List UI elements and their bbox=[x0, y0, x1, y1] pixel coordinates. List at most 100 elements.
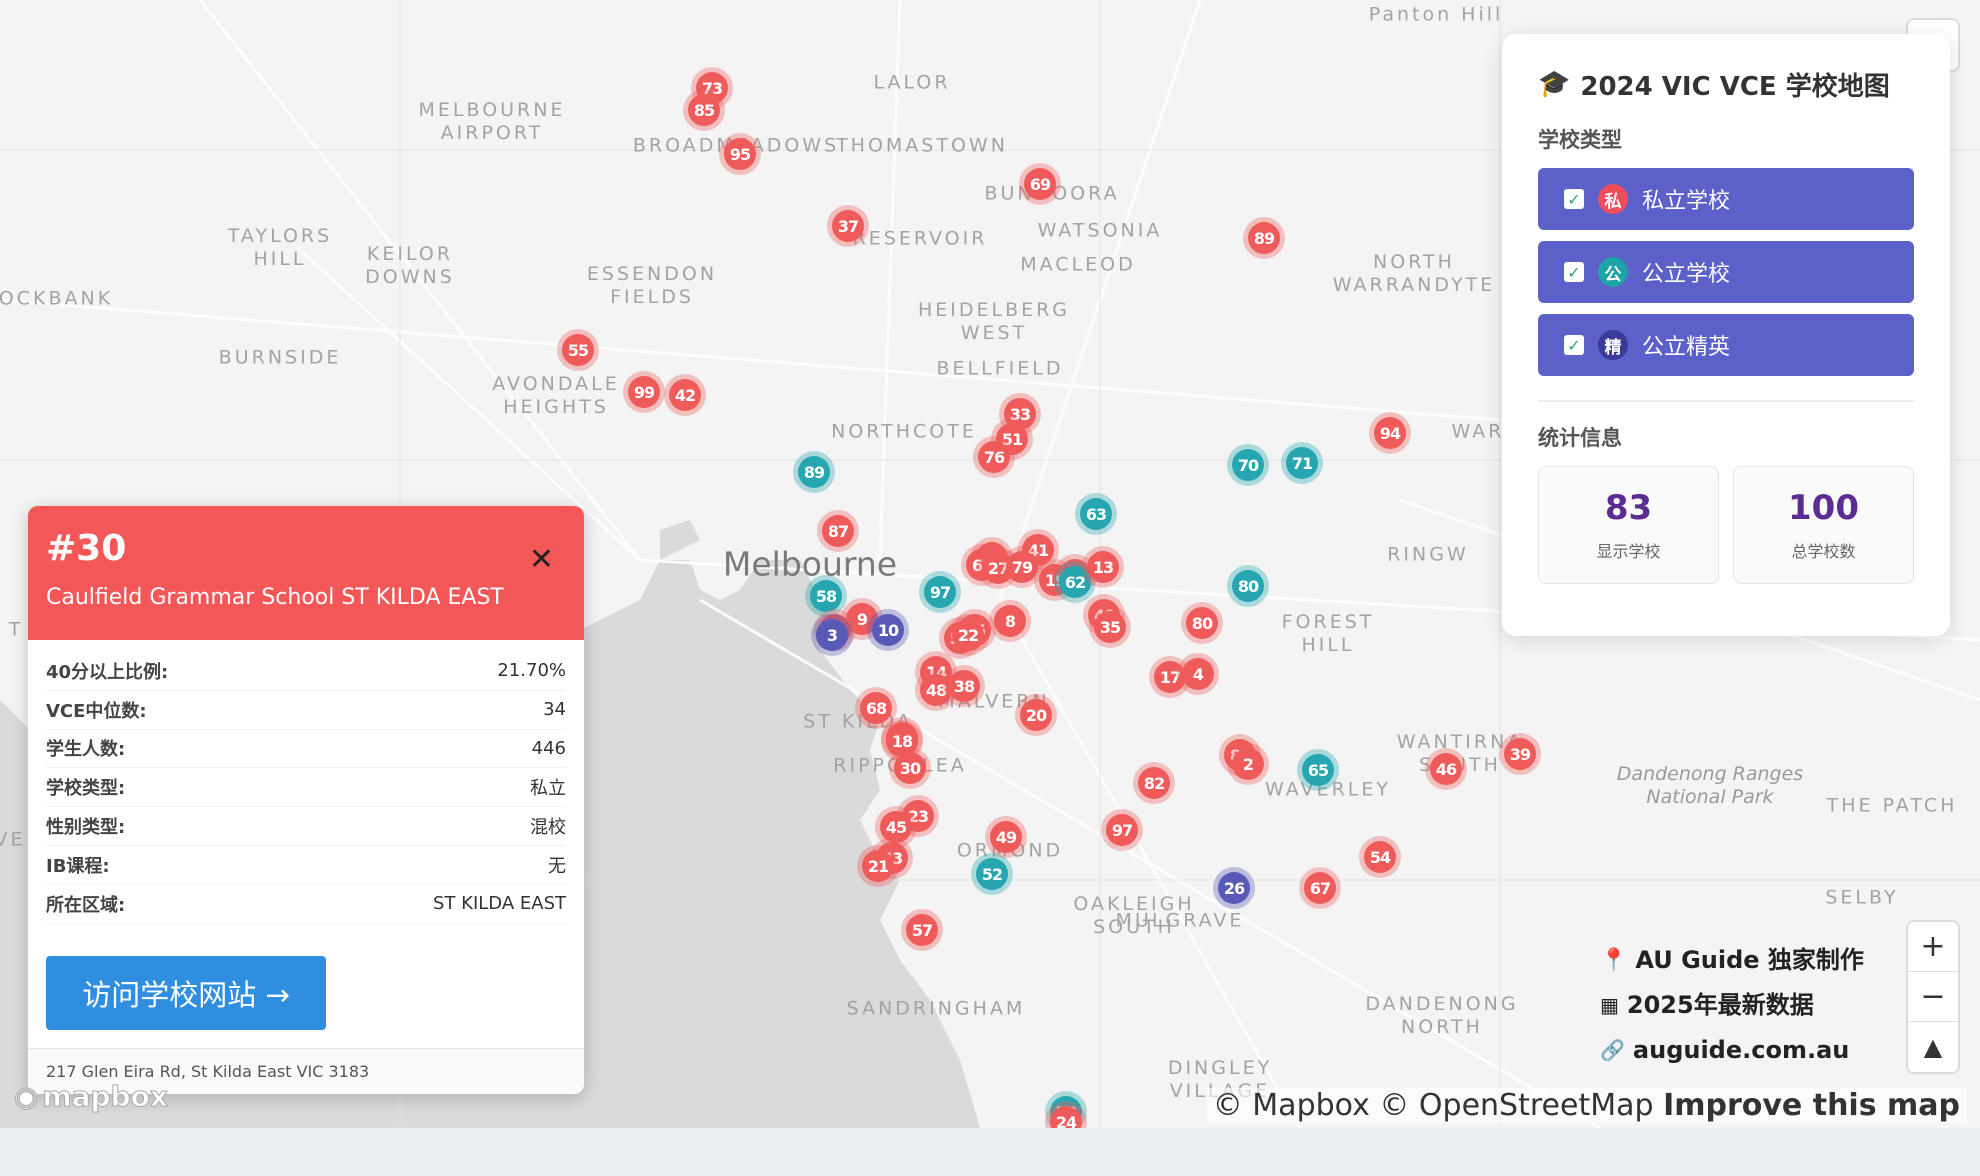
filter-label: 公立精英 bbox=[1642, 335, 1731, 360]
school-marker-private[interactable]: 8 bbox=[994, 605, 1026, 637]
school-marker-public[interactable]: 70 bbox=[1232, 449, 1264, 481]
improve-map-link[interactable]: Improve this map bbox=[1663, 1088, 1960, 1123]
stat-total: 100 总学校数 bbox=[1733, 466, 1914, 584]
popup-header: #30 Caulfield Grammar School ST KILDA EA… bbox=[28, 506, 584, 640]
school-marker-private[interactable]: 94 bbox=[1374, 417, 1406, 449]
info-row: 学校类型: 私立 bbox=[46, 768, 566, 808]
school-marker-private[interactable]: 97 bbox=[1106, 814, 1138, 846]
info-key: VCE中位数: bbox=[46, 700, 147, 722]
school-marker-private[interactable]: 45 bbox=[880, 811, 912, 843]
school-marker-private[interactable]: 89 bbox=[1248, 222, 1280, 254]
school-marker-private[interactable]: 76 bbox=[978, 441, 1010, 473]
school-marker-elite[interactable]: 26 bbox=[1218, 872, 1250, 904]
school-marker-private[interactable]: 99 bbox=[628, 376, 660, 408]
filter-label: 私立学校 bbox=[1642, 189, 1731, 214]
panel-title: 🎓 2024 VIC VCE 学校地图 bbox=[1538, 69, 1890, 102]
mapbox-link[interactable]: © Mapbox bbox=[1213, 1088, 1370, 1123]
school-marker-private[interactable]: 48 bbox=[920, 674, 952, 706]
close-icon[interactable]: ✕ bbox=[529, 542, 554, 577]
school-marker-private[interactable]: 22 bbox=[952, 619, 984, 651]
filter-1[interactable]: ✓ 公公立学校 bbox=[1538, 241, 1914, 303]
info-value: 21.70% bbox=[497, 660, 566, 682]
school-marker-private[interactable]: 35 bbox=[1094, 611, 1126, 643]
school-marker-public[interactable]: 58 bbox=[810, 580, 842, 612]
school-marker-private[interactable]: 20 bbox=[1020, 699, 1052, 731]
place-label: VE bbox=[0, 828, 26, 851]
place-label: SELBY bbox=[1825, 886, 1899, 909]
filter-2[interactable]: ✓ 精公立精英 bbox=[1538, 314, 1914, 376]
school-marker-private[interactable]: 69 bbox=[1024, 168, 1056, 200]
filter-panel: 🎓 2024 VIC VCE 学校地图 学校类型 ✓ 私私立学校 ✓ 公公立学校 ✓ 精公… bbox=[1502, 34, 1950, 636]
brand-link[interactable]: auguide.com.au bbox=[1633, 1028, 1849, 1073]
compass-button[interactable]: ▲ bbox=[1908, 1022, 1958, 1072]
school-marker-private[interactable]: 38 bbox=[948, 670, 980, 702]
school-marker-public[interactable]: 80 bbox=[1232, 570, 1264, 602]
school-marker-private[interactable]: 46 bbox=[1430, 753, 1462, 785]
place-label: KEILOR DOWNS bbox=[365, 243, 455, 288]
school-marker-private[interactable]: 55 bbox=[562, 334, 594, 366]
school-marker-elite[interactable]: 3 bbox=[816, 619, 848, 651]
zoom-out-button[interactable]: − bbox=[1908, 972, 1958, 1022]
calendar-icon: ▦ bbox=[1600, 993, 1619, 1017]
place-label: HEIDELBERG WEST bbox=[917, 299, 1071, 344]
school-marker-private[interactable]: 13 bbox=[1087, 551, 1119, 583]
place-label: FOREST HILL bbox=[1281, 611, 1375, 656]
info-row: 所在区域: ST KILDA EAST bbox=[46, 885, 566, 924]
place-label: ESSENDON FIELDS bbox=[586, 263, 718, 308]
school-marker-public[interactable]: 89 bbox=[798, 456, 830, 488]
school-marker-private[interactable]: 85 bbox=[688, 94, 720, 126]
school-marker-private[interactable]: 57 bbox=[906, 914, 938, 946]
school-marker-public[interactable]: 65 bbox=[1302, 754, 1334, 786]
type-tag-icon: 私 bbox=[1598, 184, 1628, 214]
place-label: Melbourne bbox=[722, 544, 898, 584]
info-key: 性别类型: bbox=[46, 817, 126, 839]
school-marker-private[interactable]: 30 bbox=[894, 752, 926, 784]
school-marker-private[interactable]: 4 bbox=[1182, 658, 1214, 690]
place-label: NORTH WARRANDYTE bbox=[1332, 251, 1496, 296]
school-marker-private[interactable]: 21 bbox=[862, 850, 894, 882]
school-marker-private[interactable]: 79 bbox=[1006, 551, 1038, 583]
info-key: 学校类型: bbox=[46, 778, 126, 800]
mapbox-logo[interactable]: ◉ mapbox bbox=[13, 1080, 168, 1114]
school-name: Caulfield Grammar School ST KILDA EAST bbox=[46, 585, 504, 610]
place-label: LALOR bbox=[873, 71, 951, 94]
school-marker-public[interactable]: 52 bbox=[976, 858, 1008, 890]
checkbox-icon[interactable]: ✓ bbox=[1564, 262, 1584, 282]
school-marker-private[interactable]: 37 bbox=[832, 210, 864, 242]
place-label: MACLEOD bbox=[1020, 253, 1136, 276]
checkbox-icon[interactable]: ✓ bbox=[1564, 189, 1584, 209]
school-marker-private[interactable]: 80 bbox=[1186, 607, 1218, 639]
school-marker-public[interactable]: 71 bbox=[1286, 447, 1318, 479]
school-marker-private[interactable]: 68 bbox=[860, 692, 892, 724]
zoom-controls: + − ▲ bbox=[1908, 922, 1958, 1072]
visit-website-button[interactable]: 访问学校网站 → bbox=[46, 956, 326, 1030]
school-marker-private[interactable]: 87 bbox=[822, 515, 854, 547]
info-row: 40分以上比例: 21.70% bbox=[46, 652, 566, 691]
school-marker-private[interactable]: 2 bbox=[1232, 748, 1264, 780]
zoom-in-button[interactable]: + bbox=[1908, 922, 1958, 972]
place-label: T bbox=[8, 618, 24, 641]
school-marker-public[interactable]: 62 bbox=[1059, 566, 1091, 598]
info-row: VCE中位数: 34 bbox=[46, 691, 566, 730]
school-marker-private[interactable]: 39 bbox=[1504, 738, 1536, 770]
school-marker-elite[interactable]: 10 bbox=[872, 614, 904, 646]
map-attribution: © Mapbox © OpenStreetMap Improve this ma… bbox=[1206, 1088, 1966, 1123]
osm-link[interactable]: © OpenStreetMap bbox=[1379, 1088, 1653, 1123]
school-marker-private[interactable]: 17 bbox=[1154, 661, 1186, 693]
filter-0[interactable]: ✓ 私私立学校 bbox=[1538, 168, 1914, 230]
school-marker-private[interactable]: 95 bbox=[724, 138, 756, 170]
school-marker-private[interactable]: 67 bbox=[1304, 872, 1336, 904]
school-marker-public[interactable]: 63 bbox=[1080, 498, 1112, 530]
info-key: 40分以上比例: bbox=[46, 661, 169, 683]
school-marker-public[interactable]: 97 bbox=[924, 576, 956, 608]
place-label: THE PATCH bbox=[1826, 794, 1958, 817]
school-marker-private[interactable]: 49 bbox=[990, 821, 1022, 853]
info-value: ST KILDA EAST bbox=[433, 893, 566, 915]
school-marker-private[interactable]: 82 bbox=[1138, 767, 1170, 799]
place-label: WATSONIA bbox=[1037, 219, 1163, 242]
school-marker-private[interactable]: 54 bbox=[1364, 841, 1396, 873]
place-label: THOMASTOWN bbox=[836, 134, 1008, 157]
place-label: Dandenong Ranges National Park bbox=[1616, 763, 1804, 808]
checkbox-icon[interactable]: ✓ bbox=[1564, 335, 1584, 355]
school-marker-private[interactable]: 42 bbox=[669, 379, 701, 411]
